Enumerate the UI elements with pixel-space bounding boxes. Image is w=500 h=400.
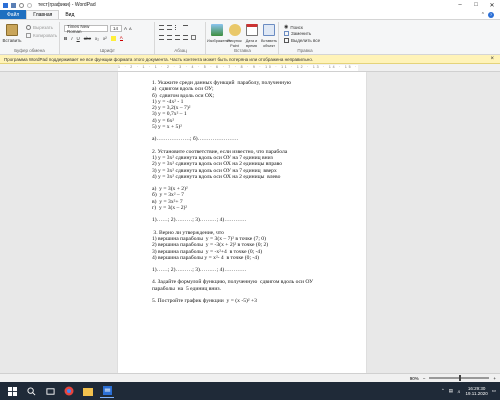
increase-indent-icon[interactable] — [167, 25, 172, 30]
tab-file[interactable]: Файл — [0, 10, 27, 19]
select-all-button[interactable]: Выделить все — [284, 38, 320, 43]
document-page[interactable]: 1. Укажите среди данных функций параболу… — [118, 72, 366, 373]
volume-icon[interactable]: ♬ — [457, 389, 462, 394]
shrink-font-icon[interactable]: A — [129, 26, 132, 31]
zoom-out-icon[interactable]: − — [423, 376, 426, 381]
browser-icon[interactable] — [62, 384, 76, 398]
undo-icon[interactable] — [19, 2, 24, 8]
paste-button[interactable]: Вставить — [1, 24, 23, 43]
font-name-select[interactable]: Times New Roman — [64, 24, 108, 34]
paragraph-group-label: Абзац — [174, 48, 187, 53]
notifications-icon[interactable]: ▭ — [492, 388, 496, 394]
tab-home[interactable]: Главная — [26, 10, 60, 19]
highlight-icon[interactable] — [110, 35, 116, 41]
quick-access-toolbar — [0, 2, 32, 8]
grow-font-icon[interactable]: A — [124, 26, 127, 31]
folder-icon[interactable] — [81, 384, 95, 398]
taskbar: ⌃ ▤ ♬ 16:29:30 19.11.2020 ▭ — [0, 382, 500, 400]
object-icon — [263, 24, 275, 36]
format-warning-bar: Программа WordPad поддерживает не все фу… — [0, 55, 500, 64]
paragraph-group: Абзац — [156, 22, 206, 54]
datetime-button[interactable]: Дата и время — [243, 24, 260, 48]
zoom-in-icon[interactable]: + — [493, 376, 496, 381]
underline-icon[interactable]: U — [77, 36, 80, 41]
system-tray: ⌃ ▤ ♬ 16:29:30 19.11.2020 ▭ — [441, 386, 500, 396]
copy-button[interactable]: Копировать — [26, 33, 57, 38]
zoom-slider-knob[interactable] — [459, 375, 462, 381]
paint-icon — [228, 24, 241, 36]
close-warning-icon[interactable]: × — [490, 56, 494, 62]
search-icon[interactable] — [24, 384, 38, 398]
align-left-icon[interactable] — [159, 35, 164, 40]
document-workspace[interactable]: 1. Укажите среди данных функций параболу… — [0, 72, 500, 373]
ruler-numbers: 1 · 2 · 1 · 1 · 2 · 3 · 4 · 5 · 6 · 7 · … — [118, 65, 358, 69]
zoom-level: 90% — [409, 375, 419, 381]
clock[interactable]: 16:29:30 19.11.2020 — [466, 386, 488, 396]
edit-group: ◉ Поиск Заменить Выделить все Правка — [280, 22, 330, 54]
image-button[interactable]: Изображение — [207, 24, 231, 43]
close-button[interactable]: ✕ — [484, 0, 500, 10]
paragraph-settings-icon[interactable] — [191, 35, 196, 40]
line-spacing-icon[interactable] — [183, 25, 188, 30]
strikethrough-icon[interactable]: abc — [84, 36, 91, 41]
justify-icon[interactable] — [183, 35, 188, 40]
ruler[interactable]: 1 · 2 · 1 · 1 · 2 · 3 · 4 · 5 · 6 · 7 · … — [0, 64, 500, 72]
insert-group: Изображение Рисунок Paint Дата и время В… — [207, 22, 279, 54]
paste-icon — [6, 24, 18, 36]
bold-icon[interactable]: B — [64, 36, 67, 41]
status-bar: 90% − + — [0, 373, 500, 382]
collapse-ribbon-icon[interactable]: ⌃ — [481, 12, 485, 18]
ribbon-tabs: Файл Главная Вид ⌃ ? — [0, 10, 500, 19]
italic-icon[interactable]: I — [71, 36, 72, 41]
minimize-button[interactable]: – — [452, 0, 468, 10]
insert-group-label: Вставка — [234, 48, 251, 53]
title-bar: тест(графики) - WordPad – □ ✕ — [0, 0, 500, 10]
clipboard-group-label: Буфер обмена — [14, 48, 45, 53]
copy-icon — [26, 33, 31, 38]
start-icon[interactable] — [5, 384, 19, 398]
image-icon — [210, 24, 223, 36]
bullets-icon[interactable] — [175, 25, 180, 30]
document-line: 5. Постройте график функции y = (x -5)² … — [152, 298, 257, 305]
network-icon[interactable]: ▤ — [449, 388, 453, 394]
binoculars-icon: ◉ — [284, 24, 289, 30]
paint-drawing-button[interactable]: Рисунок Paint — [226, 24, 243, 48]
wordpad-taskbar-icon[interactable] — [100, 384, 114, 398]
window-controls: – □ ✕ — [452, 0, 500, 10]
clock-date: 19.11.2020 — [465, 391, 488, 396]
cut-button[interactable]: Вырезать — [26, 25, 53, 30]
scissors-icon — [26, 25, 31, 30]
chevron-up-icon[interactable]: ⌃ — [441, 388, 445, 394]
font-color-icon[interactable]: A — [119, 35, 123, 41]
window-title: тест(графики) - WordPad — [38, 2, 96, 8]
align-right-icon[interactable] — [175, 35, 180, 40]
tab-view[interactable]: Вид — [59, 10, 80, 19]
replace-button[interactable]: Заменить — [284, 31, 311, 36]
align-center-icon[interactable] — [167, 35, 172, 40]
format-warning-text: Программа WordPad поддерживает не все фу… — [4, 56, 314, 62]
font-group: Times New Roman 14 A A B I U abc x₂ x² A… — [61, 22, 155, 54]
calendar-icon — [245, 24, 258, 36]
select-all-icon — [284, 38, 289, 43]
decrease-indent-icon[interactable] — [159, 25, 164, 30]
find-button[interactable]: ◉ Поиск — [284, 24, 303, 30]
replace-icon — [284, 31, 289, 36]
maximize-button[interactable]: □ — [468, 0, 484, 10]
wordpad-app-icon — [3, 2, 8, 8]
font-size-select[interactable]: 14 — [110, 25, 122, 32]
edit-group-label: Правка — [297, 48, 313, 53]
zoom-slider[interactable] — [429, 375, 490, 381]
clipboard-group: Вставить Вырезать Копировать Буфер обмен… — [0, 22, 60, 54]
redo-icon[interactable] — [27, 2, 32, 8]
task-view-icon[interactable] — [43, 384, 57, 398]
insert-object-button[interactable]: Вставить объект — [260, 24, 278, 48]
help-icon[interactable]: ? — [488, 11, 494, 18]
superscript-icon[interactable]: x² — [103, 36, 107, 41]
ribbon: Вставить Вырезать Копировать Буфер обмен… — [0, 19, 500, 55]
font-group-label: Шрифт — [100, 48, 115, 53]
subscript-icon[interactable]: x₂ — [95, 36, 99, 41]
save-icon[interactable] — [11, 2, 16, 8]
